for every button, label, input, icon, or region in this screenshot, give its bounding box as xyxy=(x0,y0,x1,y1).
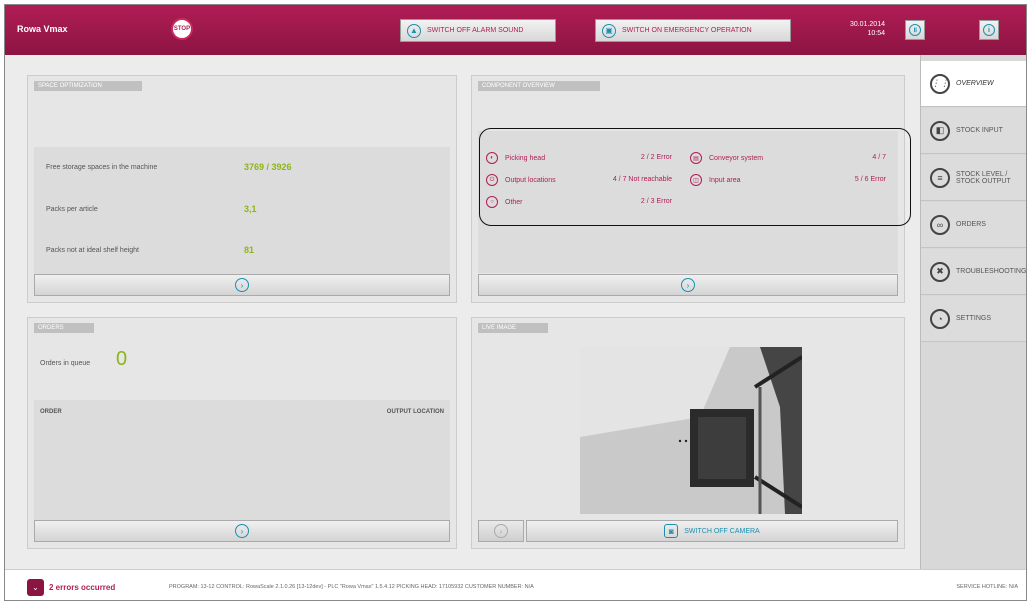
camera-button-label: SWITCH OFF CAMERA xyxy=(684,527,760,535)
orders-queue-count: 0 xyxy=(116,348,128,370)
panel-title: COMPONENT OVERVIEW xyxy=(478,81,600,91)
time-text: 10:54 xyxy=(867,30,885,37)
sidebar-item-stock-level-output[interactable]: ≡ STOCK LEVEL / STOCK OUTPUT xyxy=(921,155,1026,201)
sidebar-item-label: ORDERS xyxy=(956,221,986,228)
stat-value: 81 xyxy=(244,245,255,255)
app-window: Rowa Vmax STOP ▲ SWITCH OFF ALARM SOUND … xyxy=(4,4,1027,601)
overview-icon: ⋮⋮ xyxy=(930,73,950,94)
output-locations-icon: ⏻ xyxy=(486,174,498,186)
troubleshooting-icon: ✖ xyxy=(930,261,950,282)
component-output-locations[interactable]: ⏻ Output locations xyxy=(486,172,556,188)
sidebar-nav: ⋮⋮ OVERVIEW ◧ STOCK INPUT ≡ STOCK LEVEL … xyxy=(920,55,1027,569)
header-bar: Rowa Vmax STOP ▲ SWITCH OFF ALARM SOUND … xyxy=(5,5,1026,55)
sidebar-item-settings[interactable]: ◔ SETTINGS xyxy=(921,296,1026,342)
camera-icon: ◙ xyxy=(664,524,679,538)
sidebar-item-overview[interactable]: ⋮⋮ OVERVIEW xyxy=(921,61,1026,107)
component-label: Other xyxy=(505,198,523,206)
picking-head-icon: ◐ xyxy=(486,152,498,164)
switch-off-camera-button[interactable]: ◙ SWITCH OFF CAMERA xyxy=(526,520,898,542)
pause-button[interactable]: ॥ xyxy=(905,20,925,40)
app-title: Rowa Vmax xyxy=(17,24,68,34)
stat-label: Free storage spaces in the machine xyxy=(46,163,158,171)
component-input-area[interactable]: ◫ Input area xyxy=(690,172,741,188)
error-chevron-icon[interactable]: ⌄ xyxy=(27,579,44,596)
orders-queue-label: Orders in queue xyxy=(40,360,91,367)
stock-input-icon: ◧ xyxy=(930,120,950,141)
datetime: 30.01.2014 10:54 xyxy=(825,20,885,38)
sidebar-item-label: OVERVIEW xyxy=(956,80,994,87)
orders-icon: ∞ xyxy=(930,214,950,235)
camera-previous-button[interactable]: › xyxy=(478,520,524,542)
stat-value: 3769 / 3926 xyxy=(244,162,292,172)
component-conveyor-system[interactable]: ▤ Conveyor system xyxy=(690,150,763,166)
info-icon: i xyxy=(983,24,995,36)
conveyor-icon: ▤ xyxy=(690,152,702,164)
stop-button[interactable]: STOP xyxy=(171,18,193,40)
sidebar-item-label: SETTINGS xyxy=(956,315,992,322)
emergency-icon: ▣ xyxy=(602,23,616,38)
component-label: Input area xyxy=(709,176,741,184)
switch-off-alarm-button[interactable]: ▲ SWITCH OFF ALARM SOUND xyxy=(400,19,556,42)
space-optimization-panel: SPACE OPTIMIZATION Free storage spaces i… xyxy=(27,75,457,303)
date-text: 30.01.2014 xyxy=(849,21,885,28)
orders-details-button[interactable]: › xyxy=(34,520,450,542)
live-image-panel: LIVE IMAGE › ◙ SWITCH OFF CAMERA xyxy=(471,317,905,549)
arrow-right-icon: › xyxy=(681,278,695,292)
system-info: PROGRAM: 13-12 CONTROL: RowaScale 2.1.0.… xyxy=(169,584,534,590)
component-overview-details-button[interactable]: › xyxy=(478,274,898,296)
live-camera-image xyxy=(580,347,802,514)
emergency-operation-button[interactable]: ▣ SWITCH ON EMERGENCY OPERATION xyxy=(595,19,791,42)
component-value: 2 / 2 Error xyxy=(640,154,672,161)
pause-icon: ॥ xyxy=(909,24,921,36)
component-overview-panel: COMPONENT OVERVIEW ◐ Picking head 2 / 2 … xyxy=(471,75,905,303)
stat-label: Packs not at ideal shelf height xyxy=(46,246,140,254)
stat-row: Free storage spaces in the machine 3769 … xyxy=(46,157,438,177)
order-column-header: ORDER xyxy=(40,409,62,415)
stock-level-icon: ≡ xyxy=(930,167,950,188)
sidebar-item-orders[interactable]: ∞ ORDERS xyxy=(921,202,1026,248)
stat-label: Packs per article xyxy=(46,205,98,213)
sidebar-item-label: STOCK LEVEL / STOCK OUTPUT xyxy=(956,170,1011,185)
arrow-right-icon: › xyxy=(235,278,249,292)
stats-area: Free storage spaces in the machine 3769 … xyxy=(34,147,450,275)
emergency-button-label: SWITCH ON EMERGENCY OPERATION xyxy=(622,27,752,34)
service-hotline: SERVICE HOTLINE: N/A xyxy=(956,584,1018,590)
components-area: ◐ Picking head 2 / 2 Error ⏻ Output loca… xyxy=(478,131,898,273)
sidebar-item-troubleshooting[interactable]: ✖ TROUBLESHOOTING xyxy=(921,249,1027,295)
alarm-icon: ▲ xyxy=(407,23,421,38)
alarm-button-label: SWITCH OFF ALARM SOUND xyxy=(427,27,524,34)
component-value: 4 / 7 xyxy=(872,154,886,161)
panel-title: ORDERS xyxy=(34,323,94,333)
space-optimization-details-button[interactable]: › xyxy=(34,274,450,296)
info-button[interactable]: i xyxy=(979,20,999,40)
stat-row: Packs per article 3,1 xyxy=(46,199,438,219)
output-location-column-header: OUTPUT LOCATION xyxy=(386,409,444,415)
component-label: Picking head xyxy=(505,154,546,162)
component-label: Output locations xyxy=(505,176,556,184)
component-other[interactable]: ○ Other xyxy=(486,194,523,210)
input-area-icon: ◫ xyxy=(690,174,702,186)
status-bar: ⌄ 2 errors occurred PROGRAM: 13-12 CONTR… xyxy=(5,569,1026,600)
arrow-right-icon: › xyxy=(235,524,249,538)
component-value: 4 / 7 Not reachable xyxy=(612,176,672,183)
component-value: 5 / 6 Error xyxy=(854,176,886,183)
orders-table: ORDER OUTPUT LOCATION xyxy=(34,400,450,530)
sidebar-item-stock-input[interactable]: ◧ STOCK INPUT xyxy=(921,108,1026,154)
panel-title: SPACE OPTIMIZATION xyxy=(34,81,142,91)
arrow-right-icon: › xyxy=(494,524,508,538)
errors-link[interactable]: 2 errors occurred xyxy=(49,583,115,592)
orders-panel: ORDERS Orders in queue 0 ORDER OUTPUT LO… xyxy=(27,317,457,549)
component-label: Conveyor system xyxy=(709,154,764,162)
camera-frame xyxy=(580,347,802,514)
stop-label: STOP xyxy=(173,26,191,32)
stat-value: 3,1 xyxy=(244,204,257,214)
settings-icon: ◔ xyxy=(930,308,950,329)
sidebar-item-label: STOCK INPUT xyxy=(956,127,1003,134)
other-icon: ○ xyxy=(486,196,498,208)
sidebar-item-label: TROUBLESHOOTING xyxy=(956,268,1027,275)
component-picking-head[interactable]: ◐ Picking head xyxy=(486,150,545,166)
panel-title: LIVE IMAGE xyxy=(478,323,548,333)
stat-row: Packs not at ideal shelf height 81 xyxy=(46,240,438,260)
component-value: 2 / 3 Error xyxy=(640,198,672,205)
